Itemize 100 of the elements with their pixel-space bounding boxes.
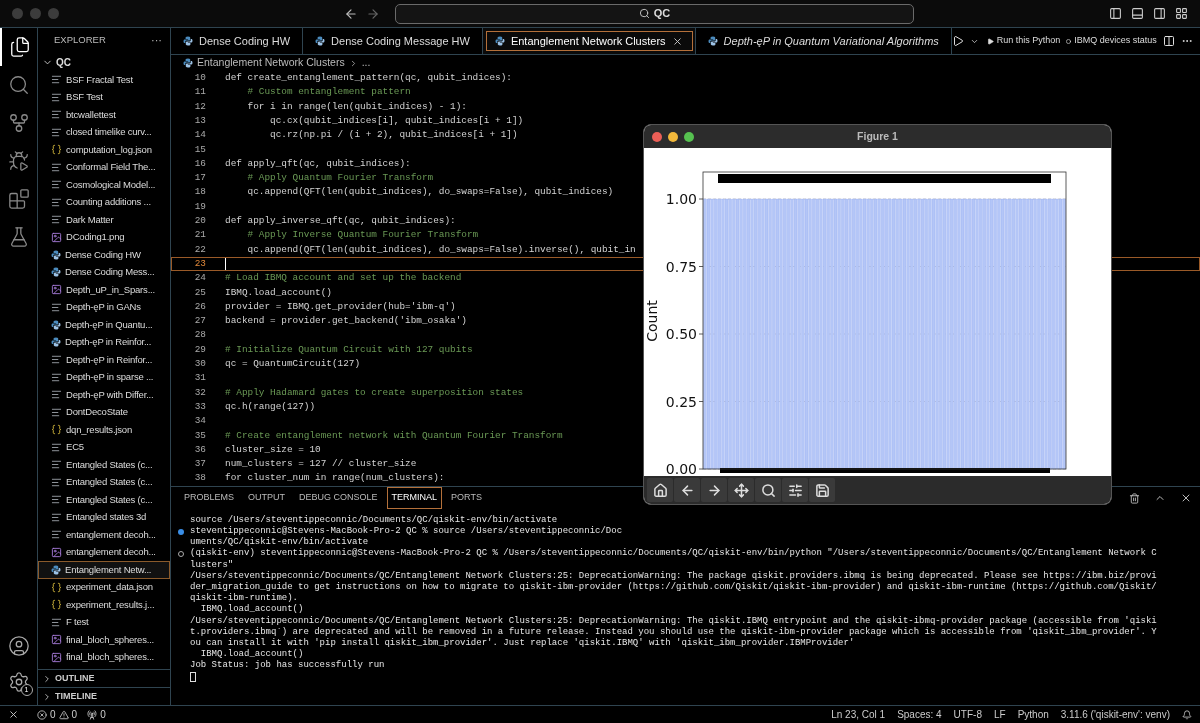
status-item[interactable]: Python: [1017, 707, 1049, 722]
account-icon[interactable]: [7, 635, 30, 657]
file-item[interactable]: experiment_data.json: [38, 578, 170, 596]
file-item[interactable]: Entangled States (c...: [38, 473, 170, 491]
branch-icon[interactable]: [8, 112, 30, 134]
panel-tab[interactable]: DEBUG CONSOLE: [294, 487, 383, 509]
sliders-icon[interactable]: [782, 478, 808, 502]
file-item[interactable]: Depth-ęP in Reinfor...: [38, 351, 170, 369]
code-comment: # Apply Quantum Fourier Transform: [246, 171, 434, 186]
secondary-sidebar-icon[interactable]: [1153, 7, 1166, 20]
code-comment: # Apply Inverse Quantum Fourier Transform: [246, 228, 479, 243]
section-header[interactable]: TIMELINE: [38, 687, 170, 705]
file-item[interactable]: final_bloch_spheres...: [38, 631, 170, 649]
home-icon[interactable]: [647, 478, 673, 502]
file-item[interactable]: Depth-ęP with Differ...: [38, 386, 170, 404]
file-item[interactable]: Entanglement Netw...: [38, 561, 170, 579]
file-item[interactable]: Depth-ęP in Quantu...: [38, 316, 170, 334]
editor-tab[interactable]: Dense Coding Message HW: [303, 28, 483, 54]
file-item[interactable]: btcwallettest: [38, 106, 170, 124]
status-item[interactable]: Ln 23, Col 1: [831, 707, 886, 722]
status-item[interactable]: 3.11.6 ('qiskit-env': venv): [1060, 707, 1170, 722]
forward-icon[interactable]: [701, 478, 727, 502]
circle-icon: [1066, 38, 1072, 44]
breadcrumb-item[interactable]: ...: [361, 55, 371, 71]
line-number: 30: [193, 357, 206, 372]
layout-icon[interactable]: [1175, 7, 1188, 20]
file-item[interactable]: BSF Test: [38, 88, 170, 106]
line-number: 17: [193, 171, 206, 186]
devices-status-button[interactable]: IBMQ devices status: [1066, 34, 1157, 48]
file-item[interactable]: Cosmological Model...: [38, 176, 170, 194]
problems-status[interactable]: 0 0: [37, 707, 78, 722]
file-item[interactable]: computation_log.json: [38, 141, 170, 159]
close-icon[interactable]: [671, 35, 683, 47]
extensions-icon[interactable]: [8, 188, 30, 210]
run-icon[interactable]: [951, 35, 964, 47]
pan-icon[interactable]: [728, 478, 754, 502]
files-icon[interactable]: [9, 36, 31, 58]
image-file-icon: [51, 651, 62, 663]
panel-tab[interactable]: OUTPUT: [243, 487, 290, 509]
file-item[interactable]: closed timelike curv...: [38, 123, 170, 141]
file-item[interactable]: DCoding1.png: [38, 228, 170, 246]
file-item[interactable]: Counting additions ...: [38, 193, 170, 211]
chevron-right-icon: [42, 691, 52, 702]
panel-tab[interactable]: PORTS: [446, 487, 487, 509]
python-icon: [51, 319, 61, 330]
editor-tab[interactable]: Dense Coding HW: [171, 28, 304, 54]
image-file-icon: [51, 546, 62, 558]
file-item[interactable]: Depth-ęP in Reinfor...: [38, 333, 170, 351]
more-actions-button[interactable]: ···: [151, 32, 162, 49]
file-item[interactable]: Dense Coding HW: [38, 246, 170, 264]
file-item[interactable]: DontDecoState: [38, 403, 170, 421]
split-editor-icon[interactable]: [1162, 35, 1175, 47]
line-number: 22: [193, 242, 206, 257]
file-item[interactable]: Depth-ęP in GANs: [38, 298, 170, 316]
trash-icon[interactable]: [1129, 492, 1140, 504]
file-item[interactable]: Depth-ęP in sparse ...: [38, 368, 170, 386]
file-item[interactable]: entanglement decoh...: [38, 543, 170, 561]
file-item[interactable]: Entangled States (c...: [38, 456, 170, 474]
text-file-icon: [51, 109, 62, 121]
python-icon: [183, 58, 193, 68]
file-item[interactable]: dqn_results.json: [38, 421, 170, 439]
status-item[interactable]: Spaces: 4: [897, 707, 942, 722]
window-controls[interactable]: [652, 131, 694, 142]
zoom-icon[interactable]: [755, 478, 781, 502]
editor-tab[interactable]: Depth-ęP in Quantum Variational Algorithms: [695, 28, 952, 54]
file-item[interactable]: Dark Matter: [38, 211, 170, 229]
remote-icon[interactable]: [8, 709, 19, 720]
section-header[interactable]: OUTLINE: [38, 669, 170, 687]
file-item[interactable]: Dense Coding Mess...: [38, 263, 170, 281]
status-item[interactable]: LF: [993, 707, 1006, 722]
run-python-button[interactable]: Run this Python: [986, 34, 1061, 48]
back-icon[interactable]: [674, 478, 700, 502]
file-item[interactable]: Conformal Field The...: [38, 158, 170, 176]
file-item[interactable]: BSF Fractal Test: [38, 71, 170, 89]
back-icon[interactable]: [344, 6, 358, 21]
file-item[interactable]: F test: [38, 613, 170, 631]
file-item[interactable]: Entangled States (c...: [38, 491, 170, 509]
close-icon[interactable]: [1180, 492, 1192, 504]
breadcrumb-item[interactable]: Entanglement Network Clusters: [197, 55, 345, 71]
file-item[interactable]: Depth_uP_in_Spars...: [38, 281, 170, 299]
panel-toggle-icon[interactable]: [1131, 7, 1144, 20]
ports-status[interactable]: 0: [87, 707, 106, 722]
bell-icon[interactable]: [1182, 709, 1192, 720]
panel-tab[interactable]: TERMINAL: [386, 487, 443, 509]
file-item[interactable]: experiment_results.j...: [38, 596, 170, 614]
search-field[interactable]: QC: [395, 3, 914, 24]
file-item[interactable]: final_bloch_spheres...: [38, 648, 170, 666]
terminal-line: (qiskit-env) steventippeconnic@Stevens-MacBook-Pro-2 QC % /Users/steventippeconnic/Documents/QC/qiskit-env/bin/python "/Users/steventippeconnic/Documents/QC/Entanglement Network C: [190, 547, 1157, 560]
flask-icon[interactable]: [8, 226, 30, 248]
file-item[interactable]: Entangled states 3d: [38, 508, 170, 526]
save-icon[interactable]: [809, 478, 835, 502]
panel-tab[interactable]: PROBLEMS: [179, 487, 239, 509]
file-item[interactable]: entanglement decoh...: [38, 526, 170, 544]
run-debug-icon[interactable]: [8, 150, 30, 172]
search-icon[interactable]: [8, 74, 30, 96]
sidebar-toggle-icon[interactable]: [1109, 7, 1122, 20]
editor-tab[interactable]: Entanglement Network Clusters: [482, 28, 696, 54]
folder-row[interactable]: QC: [38, 53, 170, 71]
file-item[interactable]: EC5: [38, 438, 170, 456]
status-item[interactable]: UTF-8: [953, 707, 982, 722]
